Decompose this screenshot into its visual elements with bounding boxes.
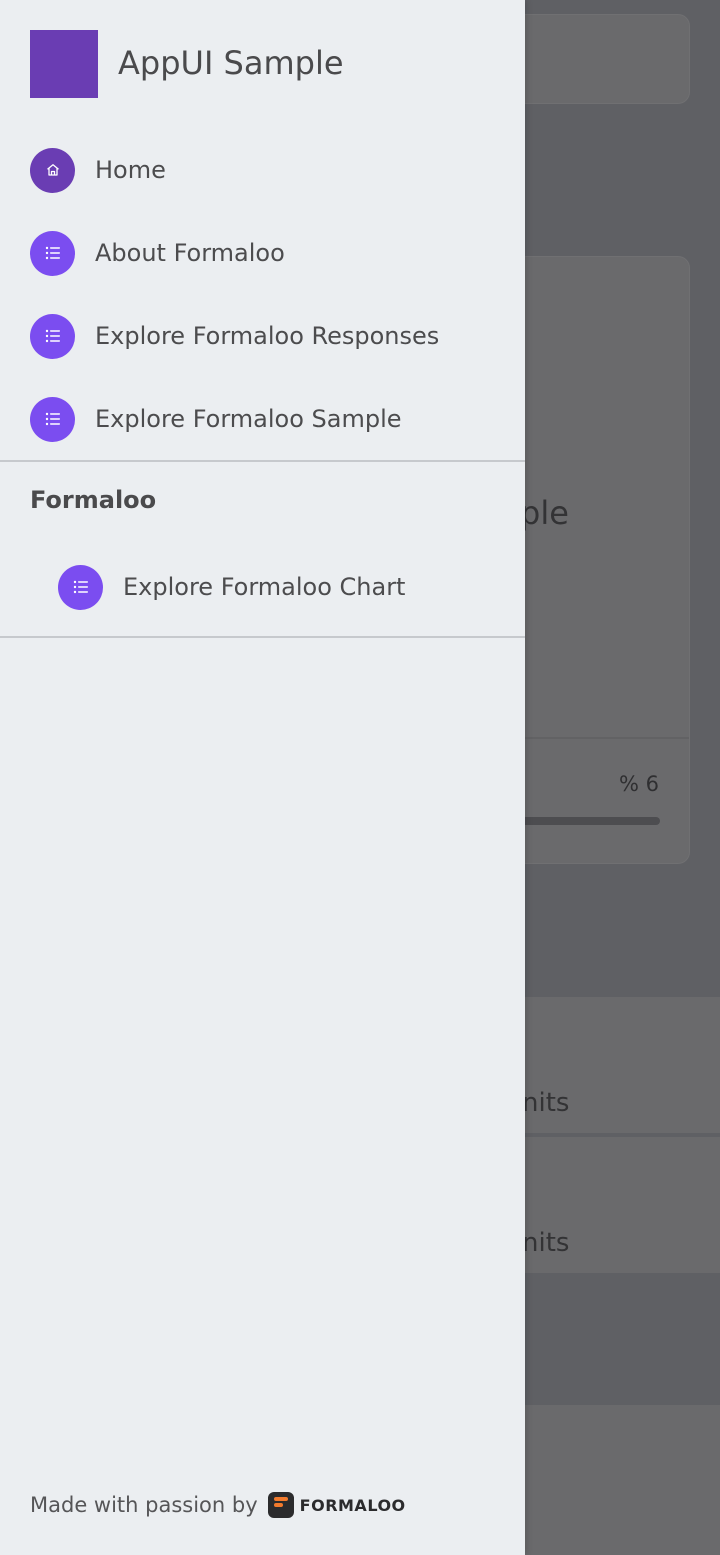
formaloo-brand-text: FORMALOO bbox=[299, 1495, 406, 1515]
drawer-item-explore-sample[interactable]: Explore Formaloo Sample bbox=[30, 396, 402, 442]
drawer-item-label: About Formaloo bbox=[95, 239, 285, 267]
drawer-item-about-formaloo[interactable]: About Formaloo bbox=[30, 230, 285, 276]
drawer-item-explore-responses[interactable]: Explore Formaloo Responses bbox=[30, 313, 439, 359]
list-icon bbox=[30, 230, 75, 276]
background-progress-percent: % 6 bbox=[619, 772, 659, 796]
footer-made-with-text: Made with passion by bbox=[30, 1493, 258, 1517]
drawer-divider bbox=[0, 636, 525, 638]
list-icon bbox=[58, 564, 103, 610]
drawer-item-explore-chart[interactable]: Explore Formaloo Chart bbox=[58, 564, 405, 610]
formaloo-logo-icon bbox=[267, 1492, 294, 1518]
drawer-divider bbox=[0, 460, 525, 462]
app-logo bbox=[30, 30, 98, 98]
formaloo-brand-link[interactable]: FORMALOO bbox=[267, 1492, 406, 1518]
home-icon bbox=[30, 147, 75, 193]
background-panel-text: nits bbox=[522, 1088, 570, 1118]
list-icon bbox=[30, 396, 75, 442]
drawer-item-label: Explore Formaloo Sample bbox=[95, 405, 402, 433]
app-title: AppUI Sample bbox=[118, 44, 344, 82]
navigation-drawer: AppUI Sample Home About Formaloo Explore… bbox=[0, 0, 525, 1555]
list-icon bbox=[30, 313, 75, 359]
drawer-section-title: Formaloo bbox=[30, 486, 157, 514]
drawer-item-label: Explore Formaloo Chart bbox=[123, 573, 406, 601]
drawer-item-label: Home bbox=[95, 156, 166, 184]
background-card-title: ple bbox=[520, 494, 569, 532]
drawer-item-label: Explore Formaloo Responses bbox=[95, 322, 440, 350]
drawer-item-home[interactable]: Home bbox=[30, 147, 166, 193]
background-panel-text: nits bbox=[522, 1228, 570, 1258]
drawer-footer: Made with passion by FORMALOO bbox=[30, 1492, 406, 1518]
